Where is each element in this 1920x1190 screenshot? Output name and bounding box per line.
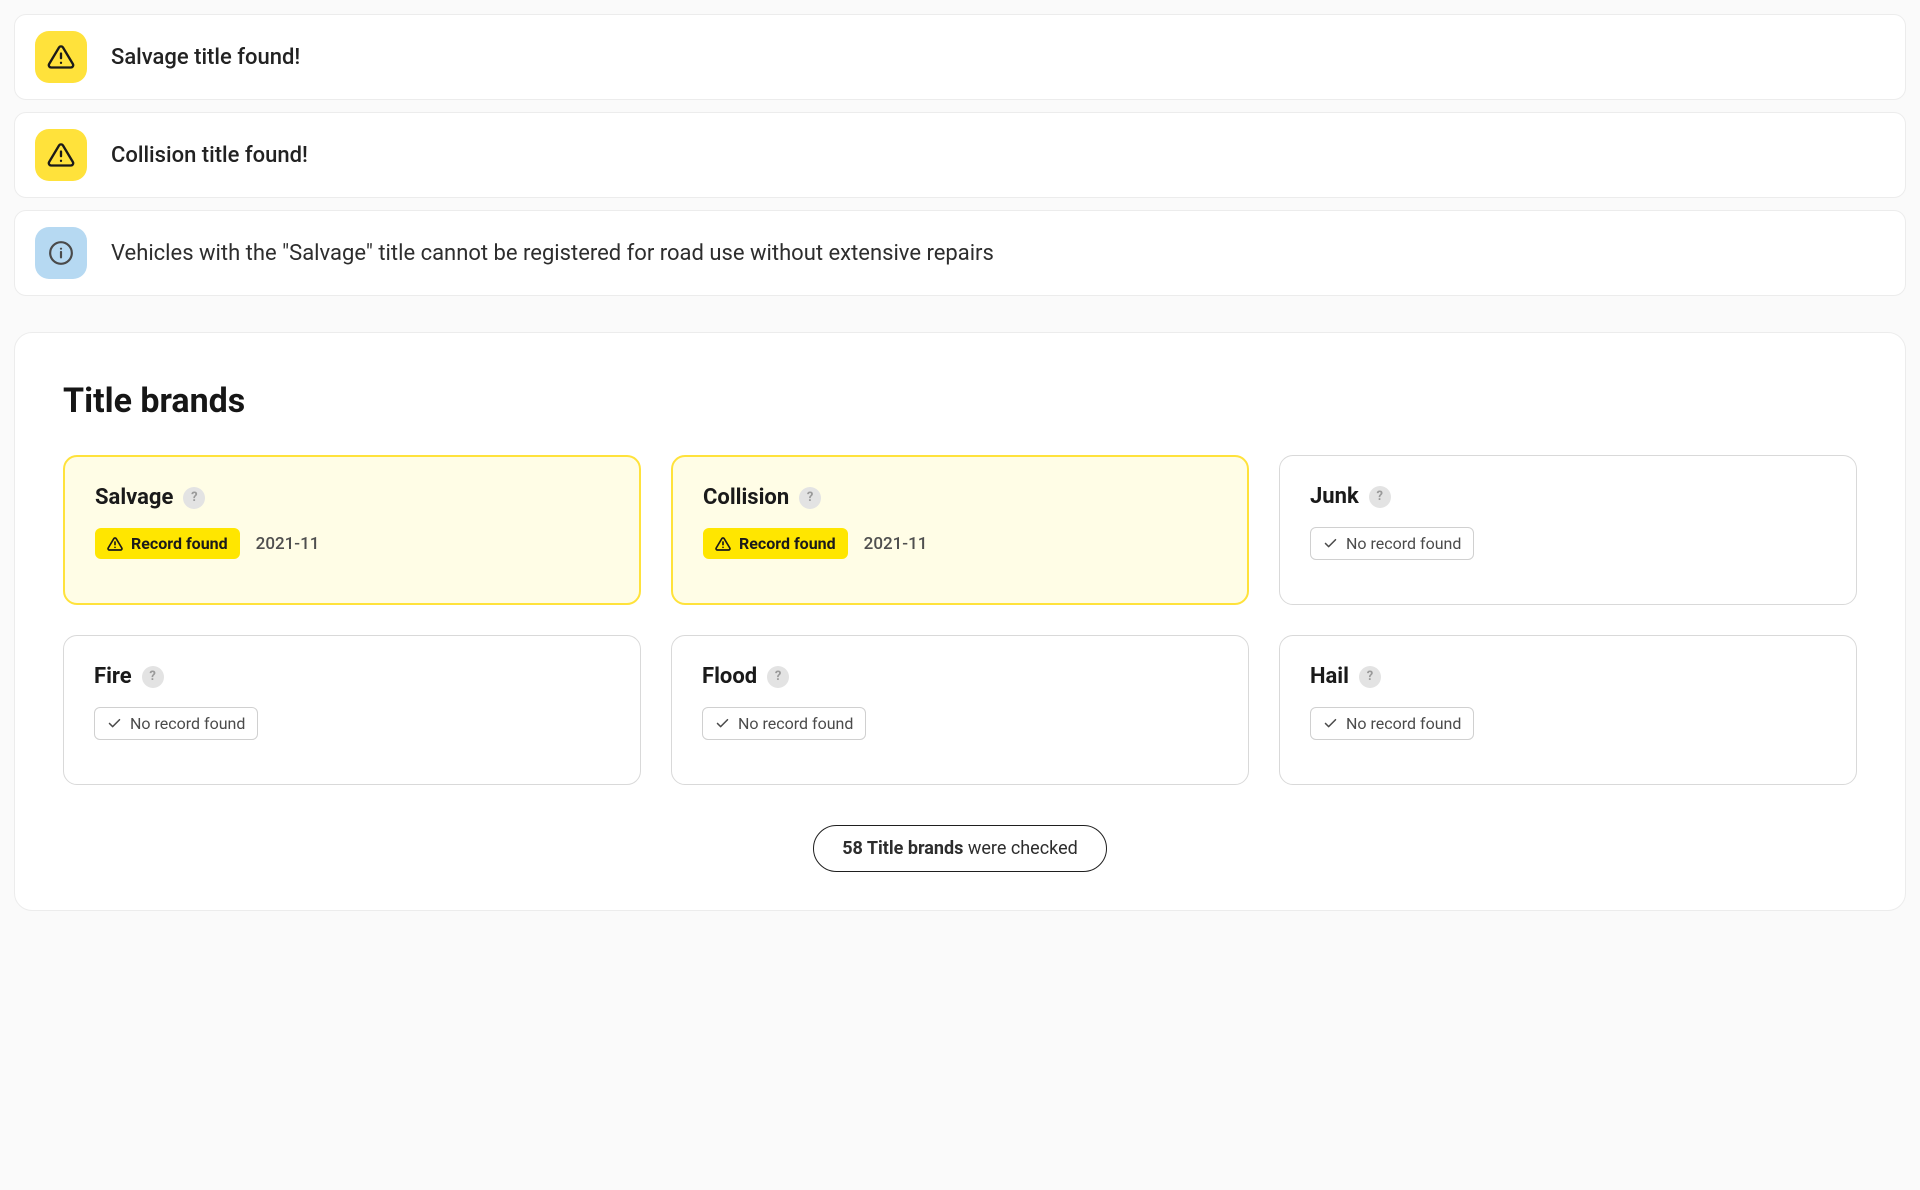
- section-title: Title brands: [63, 381, 1857, 421]
- help-icon[interactable]: ?: [1369, 486, 1391, 508]
- alert-salvage: Salvage title found!: [14, 14, 1906, 100]
- help-icon[interactable]: ?: [183, 487, 205, 509]
- brand-name: Flood: [702, 664, 757, 689]
- badge-label: Record found: [739, 534, 836, 553]
- brand-flood: Flood ? No record found: [671, 635, 1249, 785]
- checked-label: Title brands: [867, 838, 964, 859]
- help-icon[interactable]: ?: [799, 487, 821, 509]
- checked-count: 58: [842, 838, 863, 859]
- alert-text: Vehicles with the "Salvage" title cannot…: [111, 241, 994, 266]
- badge-label: No record found: [130, 714, 245, 733]
- badge-label: No record found: [1346, 714, 1461, 733]
- brand-name: Collision: [703, 485, 789, 510]
- badge-label: Record found: [131, 534, 228, 553]
- help-icon[interactable]: ?: [1359, 666, 1381, 688]
- brand-hail: Hail ? No record found: [1279, 635, 1857, 785]
- alert-collision: Collision title found!: [14, 112, 1906, 198]
- help-icon[interactable]: ?: [142, 666, 164, 688]
- checked-suffix: were checked: [968, 838, 1078, 859]
- alert-text: Salvage title found!: [111, 45, 300, 70]
- brand-grid: Salvage ? Record found 2021-11 Collision…: [63, 455, 1857, 785]
- brand-collision: Collision ? Record found 2021-11: [671, 455, 1249, 605]
- brands-checked-pill[interactable]: 58 Title brands were checked: [813, 825, 1107, 872]
- record-date: 2021-11: [256, 534, 320, 554]
- alert-text: Collision title found!: [111, 143, 308, 168]
- no-record-badge: No record found: [1310, 707, 1474, 740]
- help-icon[interactable]: ?: [767, 666, 789, 688]
- info-icon: [35, 227, 87, 279]
- brand-name: Hail: [1310, 664, 1349, 689]
- brand-salvage: Salvage ? Record found 2021-11: [63, 455, 641, 605]
- no-record-badge: No record found: [1310, 527, 1474, 560]
- brands-checked-footer: 58 Title brands were checked: [63, 825, 1857, 872]
- brand-name: Salvage: [95, 485, 173, 510]
- alert-info-salvage-note: Vehicles with the "Salvage" title cannot…: [14, 210, 1906, 296]
- badge-label: No record found: [738, 714, 853, 733]
- brand-fire: Fire ? No record found: [63, 635, 641, 785]
- record-found-badge: Record found: [95, 528, 240, 559]
- warning-icon: [35, 129, 87, 181]
- no-record-badge: No record found: [702, 707, 866, 740]
- record-found-badge: Record found: [703, 528, 848, 559]
- record-date: 2021-11: [864, 534, 928, 554]
- brand-name: Junk: [1310, 484, 1359, 509]
- badge-label: No record found: [1346, 534, 1461, 553]
- no-record-badge: No record found: [94, 707, 258, 740]
- brand-name: Fire: [94, 664, 132, 689]
- title-brands-section: Title brands Salvage ? Record found 2021…: [14, 332, 1906, 911]
- brand-junk: Junk ? No record found: [1279, 455, 1857, 605]
- warning-icon: [35, 31, 87, 83]
